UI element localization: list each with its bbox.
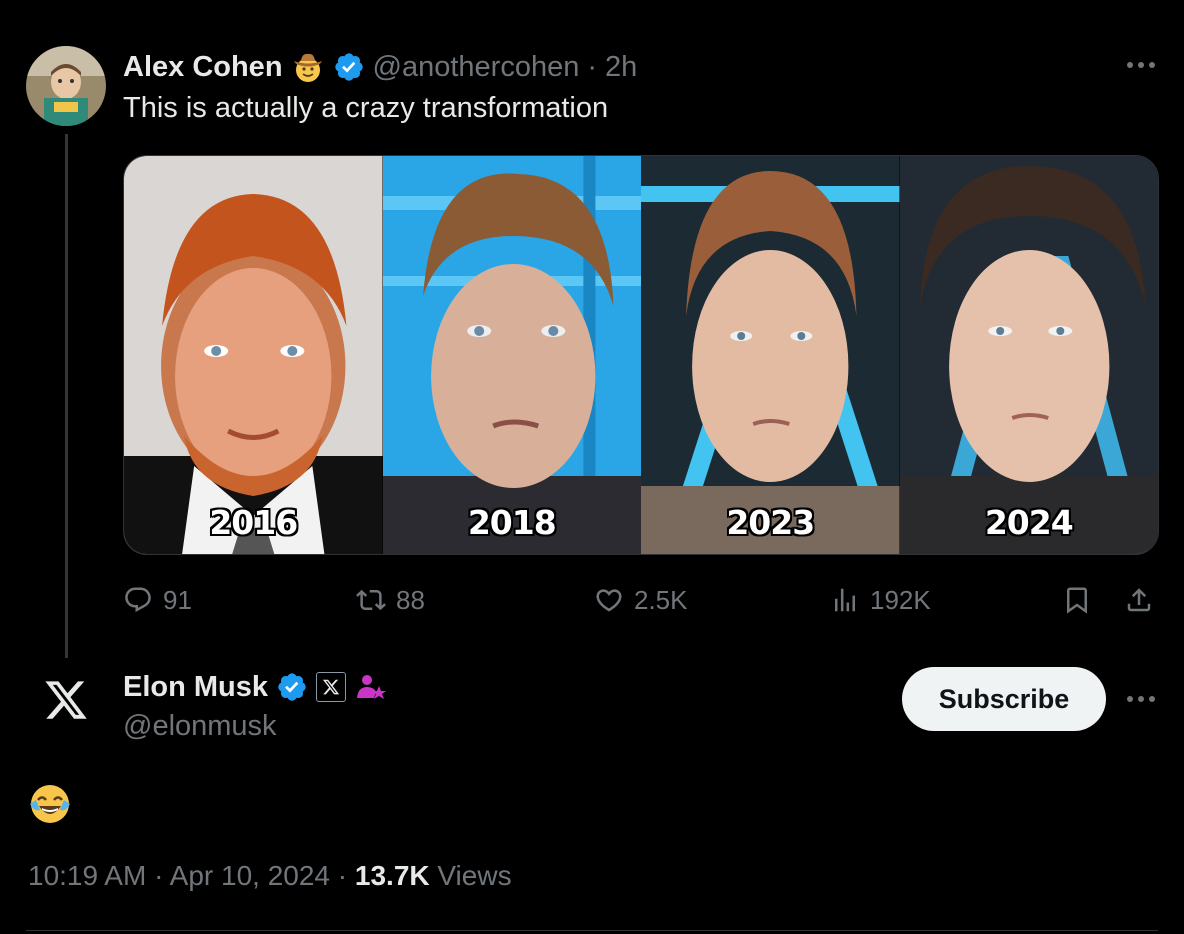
portrait-image xyxy=(899,156,1158,554)
heart-icon xyxy=(596,589,622,612)
reply-count: 91 xyxy=(163,584,192,615)
bookmark-icon xyxy=(1067,587,1087,614)
like-button[interactable]: 2.5K xyxy=(594,580,688,620)
post-meta: 10:19 AM · Apr 10, 2024 · 13.7K Views xyxy=(28,860,512,892)
separator-dot: · xyxy=(337,860,348,891)
views-button[interactable]: 192K xyxy=(830,580,931,620)
more-dots-icon xyxy=(1127,696,1155,702)
year-label: 2023 xyxy=(726,503,815,542)
author-handle[interactable]: @anothercohen xyxy=(373,51,580,84)
post-header: Alex Cohen @anothercohen · 2h xyxy=(123,48,637,86)
avatar[interactable] xyxy=(26,660,106,740)
views-count: 13.7K xyxy=(354,860,430,891)
separator-dot: · xyxy=(587,50,598,83)
repost-icon xyxy=(356,589,386,611)
like-count: 2.5K xyxy=(634,584,688,615)
analytics-icon xyxy=(835,588,855,612)
timestamp[interactable]: 2h xyxy=(605,51,637,84)
more-dots-icon xyxy=(1127,62,1155,68)
post-time[interactable]: 10:19 AM xyxy=(28,860,146,891)
year-label: 2024 xyxy=(984,503,1074,542)
separator-dot: · xyxy=(154,860,164,891)
more-options-button[interactable] xyxy=(1122,52,1162,78)
author-handle[interactable]: @elonmusk xyxy=(123,710,277,743)
bookmark-button[interactable] xyxy=(1062,580,1092,620)
divider xyxy=(26,930,1158,931)
cowboy-hat-face-icon xyxy=(293,53,322,82)
media-panel-2016: 2016 xyxy=(124,156,383,554)
verified-badge-icon xyxy=(278,673,306,701)
post-text: This is actually a crazy transformation xyxy=(123,92,609,124)
share-icon xyxy=(1127,588,1151,612)
reply-header: Elon Musk xyxy=(123,668,388,706)
views-count: 192K xyxy=(870,584,931,615)
media-panel-2018: 2018 xyxy=(382,156,641,554)
subscribe-button[interactable]: Subscribe xyxy=(902,667,1106,731)
share-button[interactable] xyxy=(1124,580,1154,620)
repost-button[interactable]: 88 xyxy=(356,580,425,620)
thread-connector-line xyxy=(65,134,68,658)
media-panel-2023: 2023 xyxy=(641,156,900,554)
subscriber-star-icon xyxy=(357,675,387,699)
verified-badge-icon xyxy=(334,53,363,81)
year-label: 2018 xyxy=(467,503,557,542)
affiliate-x-badge-icon[interactable] xyxy=(316,672,347,702)
reply-button[interactable]: 91 xyxy=(123,580,192,620)
avatar-photo xyxy=(26,46,106,126)
x-logo-icon xyxy=(45,681,87,719)
avatar[interactable] xyxy=(26,46,106,126)
portrait-image xyxy=(382,156,641,554)
portrait-image xyxy=(641,156,900,554)
post-media-image[interactable]: 2016 2018 2023 2024 xyxy=(123,155,1159,555)
author-name[interactable]: Elon Musk xyxy=(123,671,268,704)
repost-count: 88 xyxy=(396,584,425,615)
more-options-button[interactable] xyxy=(1122,686,1162,712)
views-label: Views xyxy=(437,860,512,891)
portrait-image xyxy=(124,156,383,554)
post-date[interactable]: Apr 10, 2024 xyxy=(170,860,330,891)
year-label: 2016 xyxy=(209,503,298,542)
reply-icon xyxy=(125,587,151,613)
media-panel-2024: 2024 xyxy=(899,156,1158,554)
face-with-tears-of-joy-icon xyxy=(28,782,72,826)
author-name[interactable]: Alex Cohen xyxy=(123,51,283,84)
